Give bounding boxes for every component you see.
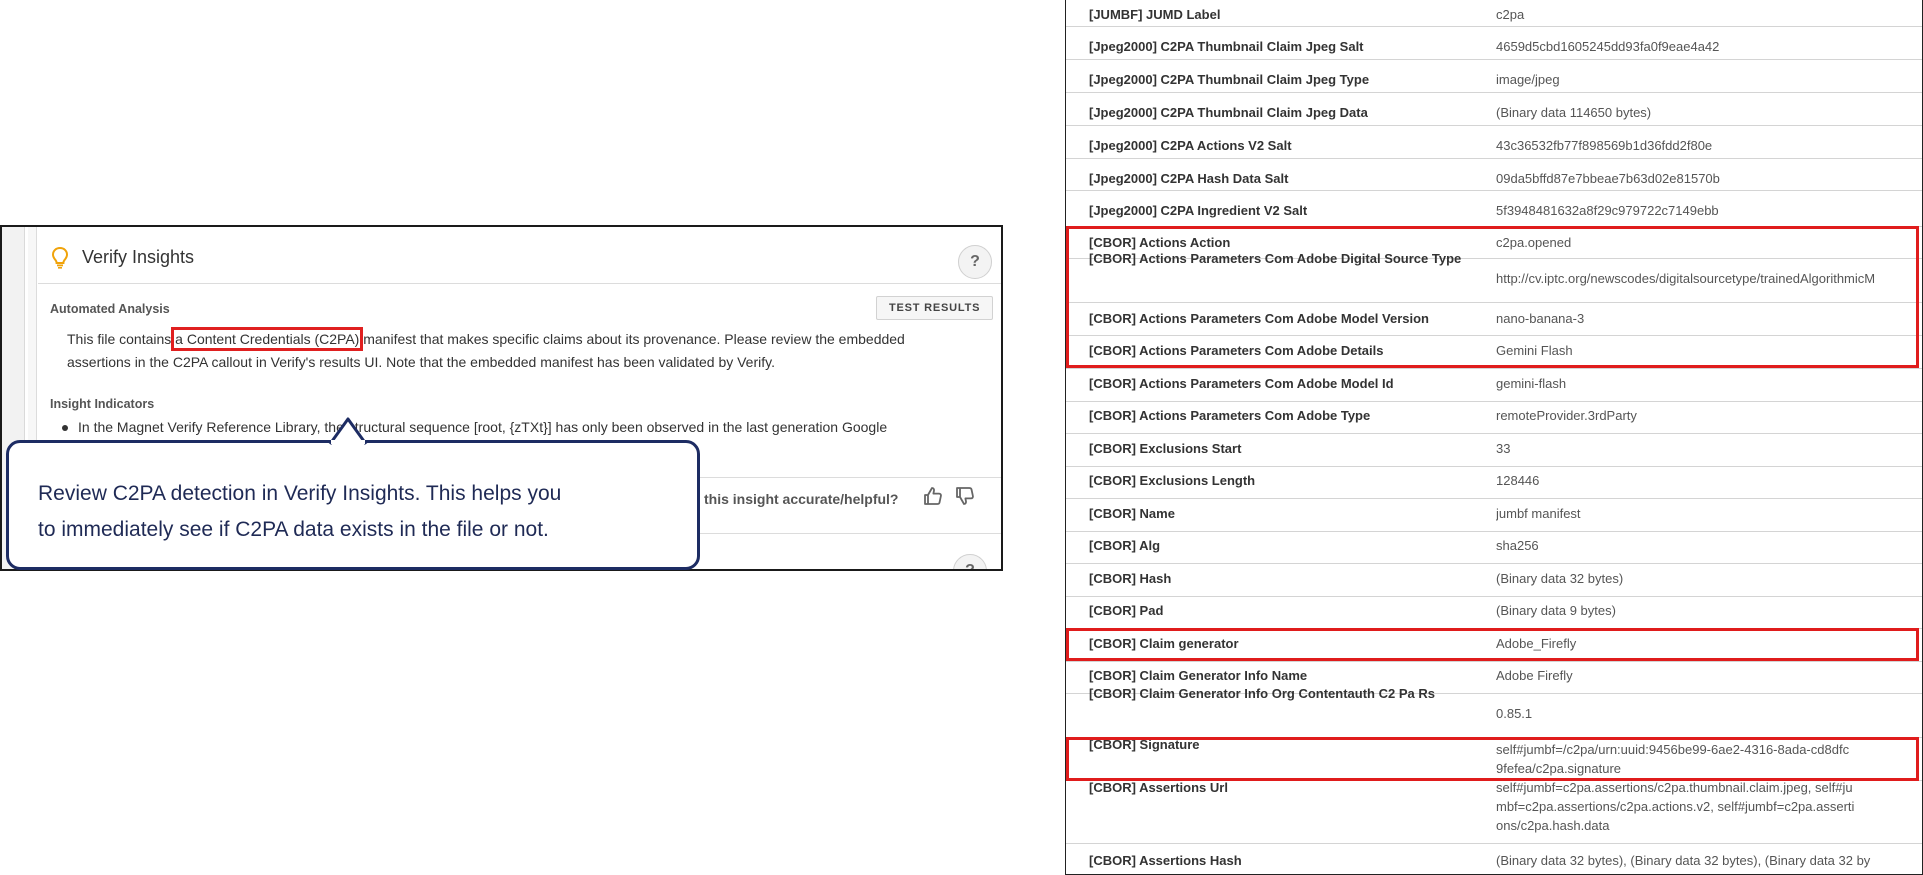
- row-value: (Binary data 32 bytes), (Binary data 32 …: [1496, 852, 1871, 868]
- table-row: [CBOR] Actions Parameters Com Adobe Deta…: [1066, 335, 1922, 369]
- row-value: Adobe_Firefly: [1496, 635, 1577, 651]
- indicator-item: In the Magnet Verify Reference Library, …: [62, 419, 992, 435]
- row-value: http://cv.iptc.org/newscodes/digitalsour…: [1496, 270, 1876, 286]
- table-row: [CBOR] Actions Parameters Com Adobe Mode…: [1066, 368, 1922, 402]
- table-row: [Jpeg2000] C2PA Thumbnail Claim Jpeg Sal…: [1066, 26, 1922, 60]
- row-value: Gemini Flash: [1496, 342, 1573, 358]
- callout-line2: to immediately see if C2PA data exists i…: [38, 518, 549, 541]
- analysis-text-line1: manifest that makes specific claims abou…: [359, 331, 905, 347]
- table-row: [CBOR] Claim Generator Info Org Contenta…: [1066, 686, 1922, 738]
- row-value: c2pa.opened: [1496, 234, 1572, 250]
- indicator-text: In the Magnet Verify Reference Library, …: [78, 419, 888, 435]
- table-row: [CBOR] Actions Parameters Com Adobe Mode…: [1066, 302, 1922, 336]
- row-key: [Jpeg2000] C2PA Thumbnail Claim Jpeg Typ…: [1089, 71, 1370, 87]
- table-row: [CBOR] Exclusions Length 128446: [1066, 466, 1922, 499]
- help-button[interactable]: ?: [958, 245, 992, 279]
- row-value: (Binary data 32 bytes): [1496, 570, 1624, 586]
- row-value: nano-banana-3: [1496, 310, 1585, 326]
- row-key: [JUMBF] JUMD Label: [1089, 6, 1221, 22]
- analysis-text-start: This file contains: [67, 331, 176, 347]
- row-key: [CBOR] Hash: [1089, 570, 1172, 586]
- row-key: [CBOR] Exclusions Length: [1089, 472, 1256, 488]
- table-row: [Jpeg2000] C2PA Thumbnail Claim Jpeg Dat…: [1066, 92, 1922, 126]
- table-row: [CBOR] Assertions Url self#jumbf=c2pa.ass…: [1066, 780, 1922, 844]
- row-key: [CBOR] Name: [1089, 505, 1175, 521]
- row-key: [Jpeg2000] C2PA Actions V2 Salt: [1089, 137, 1292, 153]
- table-row: [JUMBF] JUMD Label c2pa: [1066, 0, 1922, 27]
- row-value: jumbf manifest: [1496, 505, 1581, 521]
- row-value: 0.85.1: [1496, 705, 1533, 721]
- help-icon: ?: [965, 562, 975, 571]
- row-key: [CBOR] Pad: [1089, 602, 1164, 618]
- row-key: [Jpeg2000] C2PA Thumbnail Claim Jpeg Dat…: [1089, 104, 1368, 120]
- analysis-text: This file contains a Content Credentials…: [67, 327, 987, 374]
- row-value: (Binary data 114650 bytes): [1496, 104, 1652, 120]
- callout-text: Review C2PA detection in Verify Insights…: [38, 476, 678, 548]
- analysis-text-line2: assertions in the C2PA callout in Verify…: [67, 354, 775, 370]
- row-key: [Jpeg2000] C2PA Thumbnail Claim Jpeg Sal…: [1089, 38, 1364, 54]
- table-row: [Jpeg2000] C2PA Hash Data Salt 09da5bffd8…: [1066, 158, 1922, 191]
- row-key: [CBOR] Assertions Hash: [1089, 852, 1242, 868]
- table-row: [CBOR] Claim generator Adobe_Firefly: [1066, 628, 1922, 662]
- row-key: [CBOR] Actions Parameters Com Adobe Deta…: [1089, 342, 1384, 358]
- row-value: gemini-flash: [1496, 375, 1567, 391]
- row-key: [Jpeg2000] C2PA Hash Data Salt: [1089, 170, 1289, 186]
- table-row: [Jpeg2000] C2PA Thumbnail Claim Jpeg Typ…: [1066, 59, 1922, 93]
- bullet: [62, 425, 68, 432]
- row-key: [CBOR] Claim generator: [1089, 635, 1239, 651]
- callout-line1: Review C2PA detection in Verify Insights…: [38, 482, 562, 505]
- insight-indicators-label: Insight Indicators: [50, 397, 155, 411]
- row-key: [CBOR] Signature: [1089, 736, 1200, 752]
- table-row: [Jpeg2000] C2PA Ingredient V2 Salt 5f3948…: [1066, 190, 1922, 227]
- feedback-question: this insight accurate/helpful?: [704, 491, 899, 507]
- row-value: 43c36532fb77f898569b1d36fdd2f80e: [1496, 137, 1713, 153]
- table-row: [CBOR] Pad (Binary data 9 bytes): [1066, 596, 1922, 629]
- row-key: [Jpeg2000] C2PA Ingredient V2 Salt: [1089, 202, 1308, 218]
- help-button-2[interactable]: ?: [953, 554, 987, 571]
- insights-header: Verify Insights ?: [38, 227, 1001, 284]
- row-key: [CBOR] Exclusions Start: [1089, 440, 1242, 456]
- table-row: [CBOR] Hash (Binary data 32 bytes): [1066, 563, 1922, 597]
- row-key: [CBOR] Claim Generator Info Name: [1089, 667, 1308, 683]
- row-value: sha256: [1496, 537, 1539, 553]
- row-key: [CBOR] Actions Parameters Com Adobe Mode…: [1089, 375, 1394, 391]
- table-row: [Jpeg2000] C2PA Actions V2 Salt 43c36532f…: [1066, 125, 1922, 159]
- thumbs-down-icon[interactable]: [954, 485, 976, 512]
- row-value: image/jpeg: [1496, 71, 1560, 87]
- row-key: [CBOR] Actions Parameters Com Adobe Digi…: [1089, 251, 1462, 266]
- row-value: Adobe Firefly: [1496, 667, 1573, 683]
- table-row: [CBOR] Actions Parameters Com Adobe Type…: [1066, 401, 1922, 434]
- row-key: [CBOR] Alg: [1089, 537, 1161, 553]
- row-value: 33: [1496, 440, 1511, 456]
- thumbs-up-icon[interactable]: [922, 485, 944, 512]
- row-key: [CBOR] Claim Generator Info Org Contenta…: [1089, 686, 1435, 701]
- table-row: [CBOR] Name jumbf manifest: [1066, 498, 1922, 532]
- row-key: [CBOR] Assertions Url: [1089, 779, 1228, 795]
- row-value: 128446: [1496, 472, 1540, 488]
- metadata-table: [JUMBF] JUMD Label c2pa [Jpeg2000] C2PA Th…: [1065, 0, 1923, 875]
- help-icon: ?: [970, 253, 980, 270]
- row-value: c2pa: [1496, 6, 1525, 22]
- row-value: self#jumbf=/c2pa/urn:uuid:9456be99-6ae2-…: [1496, 742, 1850, 776]
- panel-title: Verify Insights: [82, 247, 195, 267]
- table-row: [CBOR] Assertions Hash (Binary data 32 by…: [1066, 843, 1922, 874]
- table-row: [CBOR] Signature self#jumbf=/c2pa/urn:uui…: [1066, 737, 1922, 781]
- automated-analysis-label: Automated Analysis: [50, 302, 170, 316]
- test-results-button[interactable]: TEST RESULTS: [876, 296, 994, 320]
- table-row: [CBOR] Exclusions Start 33: [1066, 433, 1922, 467]
- row-value: 09da5bffd87e7bbeae7b63d02e81570b: [1496, 170, 1720, 186]
- row-key: [CBOR] Actions Parameters Com Adobe Mode…: [1089, 310, 1429, 326]
- row-value: 4659d5cbd1605245dd93fa0f9eae4a42: [1496, 38, 1720, 54]
- row-key: [CBOR] Actions Parameters Com Adobe Type: [1089, 407, 1371, 423]
- table-row: [CBOR] Actions Parameters Com Adobe Digi…: [1066, 251, 1922, 303]
- lightbulb-icon: [51, 246, 69, 274]
- row-value: self#jumbf=c2pa.assertions/c2pa.thumbnai…: [1496, 780, 1855, 833]
- c2pa-highlight: a Content Credentials (C2PA): [171, 327, 364, 351]
- callout-join: [331, 440, 365, 444]
- table-row: [CBOR] Alg sha256: [1066, 531, 1922, 564]
- row-value: (Binary data 9 bytes): [1496, 602, 1616, 618]
- callout-box: Review C2PA detection in Verify Insights…: [6, 440, 700, 570]
- row-value: remoteProvider.3rdParty: [1496, 407, 1637, 423]
- row-value: 5f3948481632a8f29c979722c7149ebb: [1496, 202, 1719, 218]
